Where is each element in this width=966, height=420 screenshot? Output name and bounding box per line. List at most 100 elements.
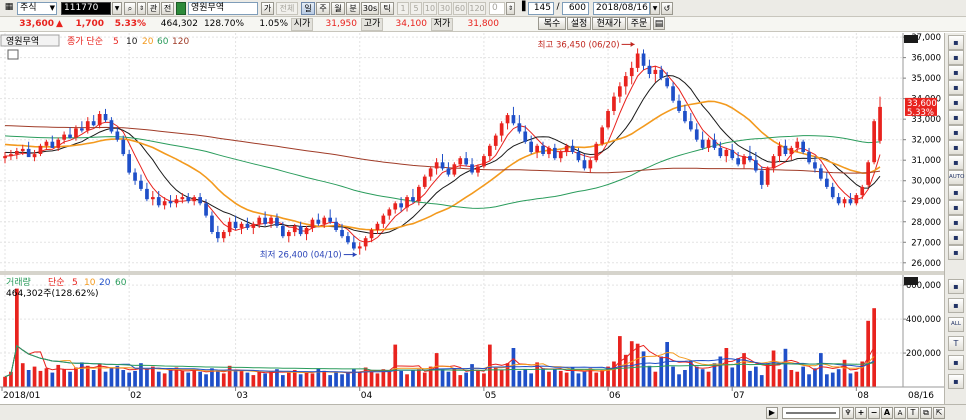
zoom-icon[interactable]: ▪ (948, 95, 964, 110)
candle-body (381, 215, 386, 224)
candle-body (417, 186, 421, 202)
price-tick-label: 32,000 (911, 136, 941, 146)
expand-icon[interactable]: ▪ (948, 35, 964, 50)
volume-bar (836, 369, 841, 387)
candle-body (694, 129, 699, 140)
candle-body (807, 152, 811, 163)
reset-icon[interactable]: ♆ (842, 407, 854, 419)
volume-bar (139, 363, 143, 387)
zoom-out-icon[interactable]: − (868, 407, 880, 419)
volume-bar (399, 370, 403, 387)
candle-body (854, 195, 859, 204)
volume-bar (204, 374, 208, 387)
print-icon[interactable]: T (907, 407, 919, 419)
indicator-icon[interactable]: ▪ (948, 279, 964, 294)
candle-body (221, 232, 226, 239)
candle-body (712, 139, 717, 148)
copy-icon[interactable]: ⧉ (920, 407, 932, 419)
volume-bar (742, 353, 746, 387)
volume-bar (629, 341, 634, 387)
volume-ma-60: 60 (115, 278, 127, 288)
text-tool-icon[interactable]: T (948, 336, 964, 351)
candle-body (464, 158, 468, 165)
x-tick-label: 02 (130, 391, 141, 401)
volume-bar (68, 371, 72, 387)
candle-body (836, 197, 841, 204)
volume-bar (334, 371, 338, 387)
volume-bar (795, 371, 800, 387)
fibonacci-icon[interactable]: ▪ (948, 215, 964, 230)
cursor-icon[interactable]: ▪ (948, 110, 964, 125)
candle-body (730, 149, 735, 159)
volume-bar (216, 370, 220, 387)
range-slider-icon[interactable] (782, 407, 840, 419)
volume-bar (328, 375, 332, 387)
candle-body (618, 86, 622, 97)
volume-bar (653, 371, 658, 387)
back-icon[interactable]: ▪ (948, 374, 964, 389)
candle-body (759, 170, 764, 185)
candle-body (121, 139, 126, 155)
zoom-in-icon[interactable]: + (855, 407, 867, 419)
clear-icon[interactable]: ▪ (948, 355, 964, 370)
volume-bar (553, 369, 557, 387)
scroll-right-icon[interactable]: ▶ (766, 407, 778, 419)
candle-body (68, 134, 72, 138)
volume-bar (151, 366, 155, 387)
candle-body (192, 197, 197, 202)
candle-body (44, 141, 49, 146)
volume-tick-label: 400,000 (906, 315, 941, 325)
candle-body (328, 217, 332, 222)
font-up-icon[interactable]: A (881, 407, 893, 419)
ray-icon[interactable]: ▪ (948, 155, 964, 170)
candle-body (346, 236, 350, 243)
candle-body (151, 197, 155, 200)
panel-divider[interactable] (0, 271, 944, 275)
candle-body (866, 162, 870, 185)
all-icon[interactable]: ALL (948, 317, 964, 332)
notes-icon[interactable]: ▪ (948, 50, 964, 65)
volume-panel-link-icon[interactable] (904, 277, 918, 285)
font-down-icon[interactable]: A (894, 407, 906, 419)
chart-area[interactable]: 37,00036,00035,00034,00033,00032,00031,0… (0, 0, 944, 404)
candle-body (180, 197, 185, 200)
delete-icon[interactable]: ▪ (948, 245, 964, 260)
candle-body (269, 217, 273, 224)
volume-bar (127, 372, 131, 387)
candle-body (789, 147, 794, 155)
volume-bar (310, 373, 315, 387)
candle-body (15, 151, 19, 155)
volume-bar (145, 369, 149, 387)
candle-body (754, 160, 758, 171)
volume-bar (576, 373, 581, 387)
volume-bar (819, 353, 823, 387)
volume-bar (257, 371, 262, 387)
channel-icon[interactable]: ▪ (948, 185, 964, 200)
panel-link-icon[interactable] (904, 35, 918, 43)
volume-current: 464,302주(128.62%) (6, 288, 99, 299)
candle-body (653, 69, 658, 74)
candle-body (535, 145, 539, 152)
volume-bar (748, 370, 752, 387)
candle-body (689, 121, 693, 130)
settings-icon[interactable]: ▪ (948, 65, 964, 80)
pattern-icon[interactable]: ▪ (948, 200, 964, 215)
drawing-icon[interactable]: ▪ (948, 80, 964, 95)
candle-body (570, 145, 575, 152)
candle-body (97, 114, 102, 126)
checkbox-icon[interactable] (7, 49, 19, 60)
candle-body (499, 123, 504, 136)
x-tick-label: 06 (609, 391, 621, 401)
trendline-icon[interactable]: ▪ (948, 140, 964, 155)
candle-body (32, 154, 37, 158)
candle-body (594, 143, 599, 161)
candle-body (26, 148, 31, 158)
compare-icon[interactable]: ▪ (948, 298, 964, 313)
volume-bar (109, 368, 114, 387)
text-icon[interactable]: ▪ (948, 230, 964, 245)
crosshair-icon[interactable]: ▪ (948, 125, 964, 140)
export-icon[interactable]: ⇱ (933, 407, 945, 419)
candle-body (316, 219, 321, 224)
auto-icon[interactable]: AUTO (948, 170, 964, 185)
candle-body (375, 223, 380, 230)
